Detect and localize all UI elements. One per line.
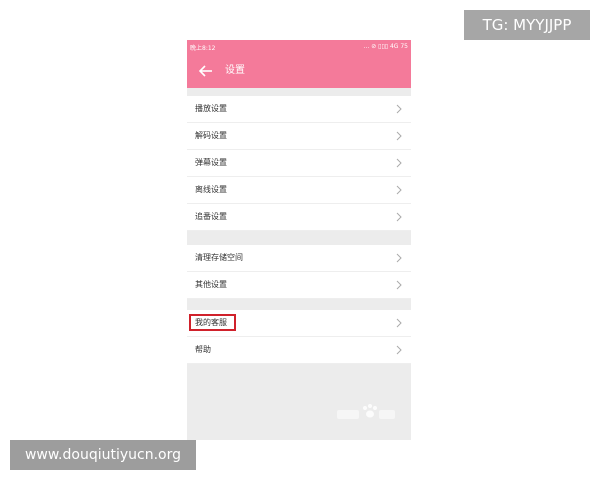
- settings-item-label: 其他设置: [195, 280, 227, 289]
- chevron-right-icon: [395, 280, 403, 290]
- settings-item-other[interactable]: 其他设置: [187, 272, 411, 299]
- tag-overlay: TG: MYYJJPP: [464, 10, 590, 40]
- settings-item-label: 帮助: [195, 345, 211, 354]
- chevron-right-icon: [395, 212, 403, 222]
- url-overlay: www.douqiutiyucn.org: [10, 440, 196, 470]
- page-title: 设置: [225, 65, 245, 76]
- chevron-right-icon: [395, 318, 403, 328]
- chevron-right-icon: [395, 104, 403, 114]
- settings-item-label: 离线设置: [195, 185, 227, 194]
- arrow-left-icon: [198, 65, 212, 77]
- settings-item-clear-storage[interactable]: 清理存储空间: [187, 245, 411, 272]
- status-icons: ... ⊘ ▯▯▯ 4G 75: [363, 43, 408, 50]
- section-divider: [187, 299, 411, 310]
- chevron-right-icon: [395, 253, 403, 263]
- app-bar: 设置: [187, 54, 411, 88]
- settings-item-label: 追番设置: [195, 212, 227, 221]
- settings-item-decoding[interactable]: 解码设置: [187, 123, 411, 150]
- phone-screen: 晚上8:12 ... ⊘ ▯▯▯ 4G 75 设置 播放设置 解码设置 弹幕设置…: [187, 40, 411, 440]
- chevron-right-icon: [395, 185, 403, 195]
- watermark-logo: [335, 402, 399, 424]
- settings-item-help[interactable]: 帮助: [187, 337, 411, 364]
- status-bar: 晚上8:12 ... ⊘ ▯▯▯ 4G 75: [187, 40, 411, 54]
- settings-item-offline[interactable]: 离线设置: [187, 177, 411, 204]
- chevron-right-icon: [395, 158, 403, 168]
- settings-item-danmaku[interactable]: 弹幕设置: [187, 150, 411, 177]
- settings-item-label: 我的客服: [195, 318, 227, 327]
- settings-item-label: 播放设置: [195, 104, 227, 113]
- settings-item-label: 弹幕设置: [195, 158, 227, 167]
- back-button[interactable]: [196, 61, 216, 81]
- section-divider: [187, 88, 411, 96]
- settings-item-customer-service[interactable]: 我的客服: [187, 310, 411, 337]
- chevron-right-icon: [395, 131, 403, 141]
- settings-item-label: 清理存储空间: [195, 253, 243, 262]
- settings-item-follow[interactable]: 追番设置: [187, 204, 411, 231]
- section-divider: [187, 231, 411, 245]
- settings-item-label: 解码设置: [195, 131, 227, 140]
- status-time: 晚上8:12: [190, 45, 216, 52]
- settings-item-playback[interactable]: 播放设置: [187, 96, 411, 123]
- chevron-right-icon: [395, 345, 403, 355]
